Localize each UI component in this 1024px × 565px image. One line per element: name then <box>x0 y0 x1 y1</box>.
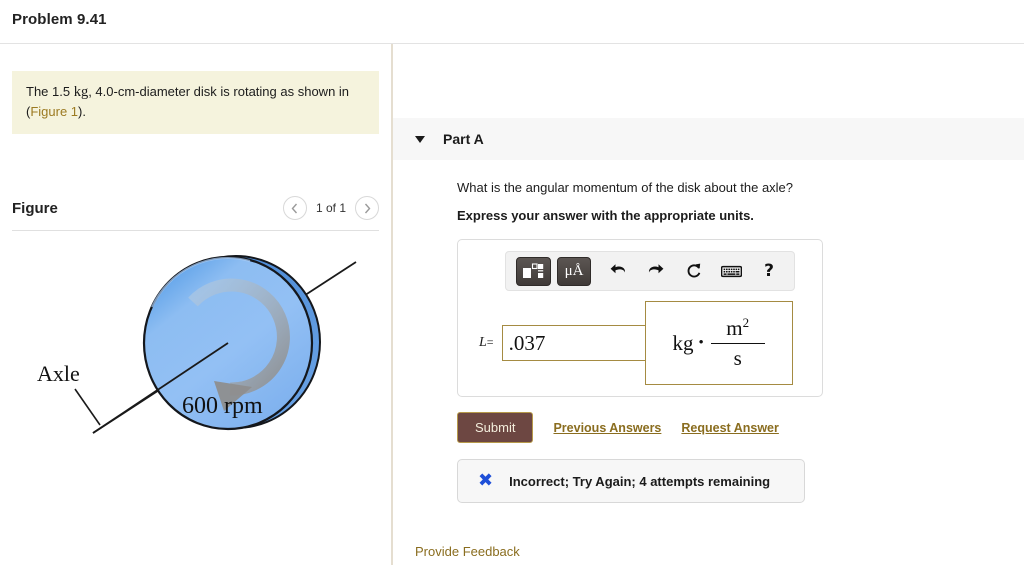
part-a-body: What is the angular momentum of the disk… <box>393 180 1024 503</box>
figure-page-label: 1 of 1 <box>315 201 346 215</box>
statement-unit: kg <box>73 84 89 100</box>
submit-button[interactable]: Submit <box>457 412 534 443</box>
units-button[interactable]: μÅ <box>556 256 592 286</box>
figure-prev-button[interactable] <box>282 196 307 220</box>
question-instruction: Express your answer with the appropriate… <box>457 208 754 223</box>
units-numerator-base: m <box>726 315 743 340</box>
units-dot: • <box>698 334 704 351</box>
content-area: The 1.5 kg, 4.0-cm-diameter disk is rota… <box>0 44 1024 565</box>
redo-icon <box>649 263 664 273</box>
equals-symbol: = <box>486 335 494 349</box>
answer-row: L= kg • m2 s <box>467 301 813 385</box>
answer-variable-label: L= <box>479 335 494 351</box>
units-fraction: m2 s <box>710 315 765 372</box>
question-text: What is the angular momentum of the disk… <box>457 180 794 195</box>
feedback-banner: ✖ Incorrect; Try Again; 4 attempts remai… <box>457 459 805 503</box>
feedback-message: Incorrect; Try Again; 4 attempts remaini… <box>509 473 771 489</box>
previous-answers-link[interactable]: Previous Answers <box>553 421 661 435</box>
submit-row: Submit Previous Answers Request Answer <box>457 412 1024 443</box>
answer-widget: μÅ ? L= .037 kg • m2 s <box>457 239 823 397</box>
provide-feedback-link[interactable]: Provide Feedback <box>415 544 520 559</box>
reset-button[interactable] <box>679 258 709 285</box>
x-mark-icon: ✖ <box>478 470 494 491</box>
figure-header: Figure 1 of 1 <box>12 196 379 231</box>
caret-down-icon[interactable] <box>415 135 425 143</box>
problem-statement-text: The 1.5 kg, 4.0-cm-diameter disk is rota… <box>26 82 365 121</box>
math-template-button[interactable] <box>516 256 551 286</box>
undo-button[interactable] <box>603 258 633 285</box>
answer-right-panel: Part A What is the angular momentum of t… <box>393 44 1024 565</box>
reset-icon <box>687 263 700 277</box>
axle-leader-line <box>74 388 101 426</box>
answer-input[interactable] <box>501 325 646 361</box>
variable-symbol: L <box>479 335 487 350</box>
chevron-left-icon <box>292 203 298 213</box>
axle-label: Axle <box>37 361 80 386</box>
figure-image[interactable]: Axle 600 rpm <box>0 237 393 467</box>
statement-part-1: The 1.5 <box>26 84 74 99</box>
redo-button[interactable] <box>641 258 671 285</box>
rpm-label: 600 rpm <box>182 393 263 419</box>
rotating-disk-diagram: Axle 600 rpm <box>37 255 357 434</box>
help-button[interactable]: ? <box>754 258 784 285</box>
part-a-header[interactable]: Part A <box>393 118 1024 160</box>
figure-title: Figure <box>12 199 58 217</box>
units-expression: kg • m2 s <box>672 315 765 372</box>
math-template-icon <box>523 262 544 278</box>
units-numerator: m2 <box>716 315 759 343</box>
figure-next-button[interactable] <box>355 196 379 220</box>
part-a-label: Part A <box>443 131 484 147</box>
help-icon: ? <box>764 260 775 281</box>
units-denominator: s <box>733 346 742 371</box>
undo-icon <box>610 263 625 273</box>
keyboard-icon <box>720 265 742 277</box>
request-answer-link[interactable]: Request Answer <box>681 421 778 435</box>
figure-pager: 1 of 1 <box>282 196 379 220</box>
problem-left-panel: The 1.5 kg, 4.0-cm-diameter disk is rota… <box>0 44 393 565</box>
page-header: Problem 9.41 <box>0 0 1024 44</box>
units-button-label: μÅ <box>564 262 584 279</box>
page-title: Problem 9.41 <box>12 11 107 28</box>
problem-statement-box: The 1.5 kg, 4.0-cm-diameter disk is rota… <box>12 71 379 134</box>
statement-part-3: ). <box>78 104 86 119</box>
figure-1-link[interactable]: Figure 1 <box>30 104 78 119</box>
units-numerator-exponent: 2 <box>742 314 750 330</box>
answer-units-display[interactable]: kg • m2 s <box>644 301 793 385</box>
answer-toolbar: μÅ ? <box>505 251 795 291</box>
chevron-right-icon <box>364 203 370 213</box>
units-base: kg <box>672 330 694 355</box>
keyboard-button[interactable] <box>717 258 747 285</box>
